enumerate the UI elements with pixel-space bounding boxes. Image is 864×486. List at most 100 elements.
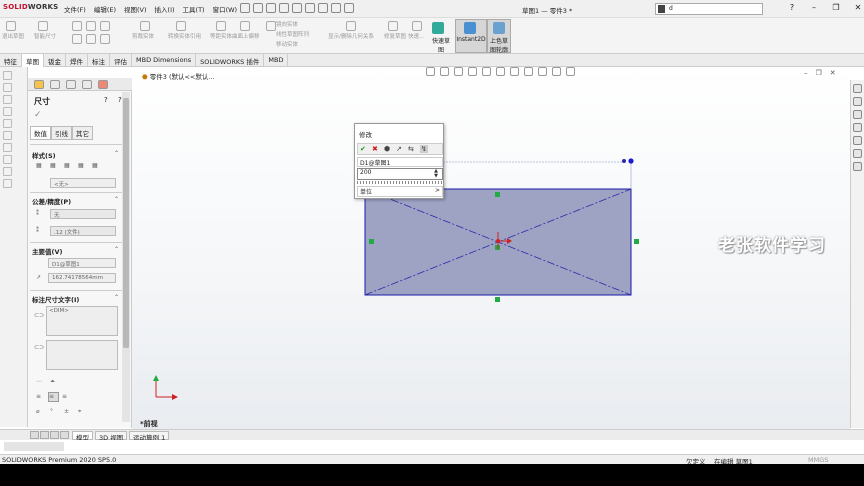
dimension-handle[interactable] bbox=[622, 159, 626, 163]
next-tab-icon[interactable] bbox=[50, 431, 59, 439]
point-icon[interactable] bbox=[100, 34, 110, 44]
arc-icon[interactable] bbox=[72, 34, 82, 44]
menu-file[interactable]: 文件(F) bbox=[64, 4, 86, 14]
subtab-leaders[interactable]: 引线 bbox=[51, 126, 72, 140]
new-icon[interactable] bbox=[253, 3, 263, 13]
primary-value-field[interactable]: 162.74178564mm bbox=[48, 273, 116, 283]
home-icon[interactable] bbox=[240, 3, 250, 13]
rectangle-icon[interactable] bbox=[86, 21, 96, 31]
subtab-value[interactable]: 数值 bbox=[30, 126, 51, 140]
save-icon[interactable] bbox=[279, 3, 289, 13]
custom-properties-icon[interactable] bbox=[853, 149, 862, 158]
primary-name-field[interactable]: D1@草图1 bbox=[48, 258, 116, 268]
precision-select[interactable]: .12 (文件) bbox=[50, 226, 116, 236]
units-submenu-arrow-icon[interactable]: > bbox=[435, 187, 440, 194]
collapse-caret-icon[interactable]: ⌃ bbox=[114, 150, 119, 157]
display-manager-icon[interactable] bbox=[98, 80, 108, 89]
strip-tool-icon[interactable] bbox=[3, 143, 12, 152]
tab-addins[interactable]: SOLIDWORKS 插件 bbox=[196, 54, 265, 67]
rebuild-icon[interactable] bbox=[331, 3, 341, 13]
text-position-icon[interactable]: ⊂⊃ bbox=[34, 312, 44, 320]
dimxpert-icon[interactable] bbox=[82, 80, 92, 89]
quick-snap-icon[interactable] bbox=[412, 21, 422, 31]
strip-tool-icon[interactable] bbox=[3, 131, 12, 140]
trim-icon[interactable] bbox=[140, 21, 150, 31]
menu-window[interactable]: 窗口(W) bbox=[213, 4, 238, 14]
tab-3d-views[interactable]: 3D 视图 bbox=[95, 431, 128, 442]
ok-icon[interactable]: ✔ bbox=[360, 145, 366, 153]
dimension-text-box[interactable]: <DIM> bbox=[46, 306, 118, 336]
relation-marker[interactable] bbox=[495, 297, 500, 302]
file-explorer-icon[interactable] bbox=[853, 110, 862, 119]
tab-sheet-metal[interactable]: 钣金 bbox=[44, 54, 66, 67]
search-input[interactable]: d bbox=[655, 3, 763, 15]
tab-weldments[interactable]: 焊件 bbox=[66, 54, 88, 67]
exit-sketch-icon[interactable] bbox=[6, 21, 16, 31]
tab-model[interactable]: 模型 bbox=[72, 431, 93, 442]
view-palette-icon[interactable] bbox=[853, 123, 862, 132]
rapid-sketch-icon[interactable] bbox=[432, 22, 444, 34]
status-units[interactable]: MMGS bbox=[808, 456, 828, 464]
prev-tab-icon[interactable] bbox=[40, 431, 49, 439]
property-manager-icon[interactable] bbox=[50, 80, 60, 89]
help-button[interactable]: ? bbox=[786, 3, 798, 12]
undo-icon[interactable] bbox=[305, 3, 315, 13]
circle-icon[interactable] bbox=[100, 21, 110, 31]
text-position-icon[interactable]: ⊂⊃ bbox=[34, 344, 44, 352]
repair-icon[interactable] bbox=[388, 21, 398, 31]
diameter-symbol-icon[interactable]: ⌀ bbox=[36, 408, 45, 416]
dimension-endpoint[interactable] bbox=[628, 158, 634, 164]
help-icon[interactable]: ? bbox=[104, 96, 108, 104]
restore-button[interactable]: ❐ bbox=[830, 3, 842, 12]
style-icon[interactable]: ▦ bbox=[92, 162, 101, 170]
first-tab-icon[interactable] bbox=[30, 431, 39, 439]
tab-mbd-dimensions[interactable]: MBD Dimensions bbox=[132, 54, 197, 67]
dimension-text-section-header[interactable]: 标注尺寸文字(I) bbox=[32, 294, 79, 304]
dimension-name-field[interactable]: D1@草图1 bbox=[357, 157, 443, 167]
plus-minus-icon[interactable]: ± bbox=[64, 408, 73, 416]
units-menu[interactable]: 单位 bbox=[357, 186, 443, 197]
tab-evaluate[interactable]: 评估 bbox=[110, 54, 132, 67]
close-button[interactable]: ✕ bbox=[852, 3, 864, 12]
thumbwheel-slider[interactable] bbox=[357, 181, 443, 184]
strip-tool-icon[interactable] bbox=[3, 107, 12, 116]
strip-tool-icon[interactable] bbox=[3, 179, 12, 188]
strip-tool-icon[interactable] bbox=[3, 83, 12, 92]
dimension-text-box-lower[interactable] bbox=[46, 340, 118, 370]
ok-check-icon[interactable]: ✓ bbox=[34, 110, 42, 120]
print-icon[interactable] bbox=[292, 3, 302, 13]
relations-icon[interactable] bbox=[346, 21, 356, 31]
more-symbols-icon[interactable]: ⌖ bbox=[78, 408, 87, 416]
configuration-icon[interactable] bbox=[66, 80, 76, 89]
tab-motion-study[interactable]: 运动算例 1 bbox=[129, 431, 170, 442]
strip-tool-icon[interactable] bbox=[3, 95, 12, 104]
justify-icon[interactable]: ⋯ bbox=[36, 378, 45, 386]
line-icon[interactable] bbox=[72, 21, 82, 31]
tolerance-type-select[interactable]: 无 bbox=[50, 209, 116, 219]
menu-view[interactable]: 视图(V) bbox=[124, 4, 147, 14]
mark-for-drawing-icon[interactable]: ↯ bbox=[420, 145, 428, 153]
style-icon[interactable]: ▦ bbox=[36, 162, 45, 170]
mirror-icon[interactable] bbox=[266, 21, 276, 31]
cancel-icon[interactable]: ✖ bbox=[372, 145, 378, 153]
menu-insert[interactable]: 插入(I) bbox=[155, 4, 175, 14]
tab-mbd[interactable]: MBD bbox=[264, 54, 289, 67]
strip-tool-icon[interactable] bbox=[3, 167, 12, 176]
justify-icon[interactable]: ⏶ bbox=[50, 378, 59, 386]
menu-edit[interactable]: 编辑(E) bbox=[94, 4, 116, 14]
relation-marker[interactable] bbox=[634, 239, 639, 244]
tolerance-section-header[interactable]: 公差/精度(P) bbox=[32, 196, 71, 206]
style-icon[interactable]: ▦ bbox=[78, 162, 87, 170]
smart-dimension-icon[interactable] bbox=[38, 21, 48, 31]
relation-marker[interactable] bbox=[495, 192, 500, 197]
style-section-header[interactable]: 样式(S) bbox=[32, 150, 56, 160]
style-icon[interactable]: ▦ bbox=[50, 162, 59, 170]
spline-icon[interactable] bbox=[86, 34, 96, 44]
collapse-caret-icon[interactable]: ⌃ bbox=[114, 246, 119, 253]
solidworks-logo[interactable]: SOLIDWORKS bbox=[3, 3, 58, 11]
convert-icon[interactable] bbox=[176, 21, 186, 31]
strip-tool-icon[interactable] bbox=[3, 155, 12, 164]
graphics-area[interactable]: ⬣ 零件3 (默认<<默认... – ❐ ✕ 老张软件学习 修改 ✔ ✖ ⬢ ↗… bbox=[132, 67, 850, 429]
offset-icon[interactable] bbox=[216, 21, 226, 31]
strip-tool-icon[interactable] bbox=[3, 71, 12, 80]
